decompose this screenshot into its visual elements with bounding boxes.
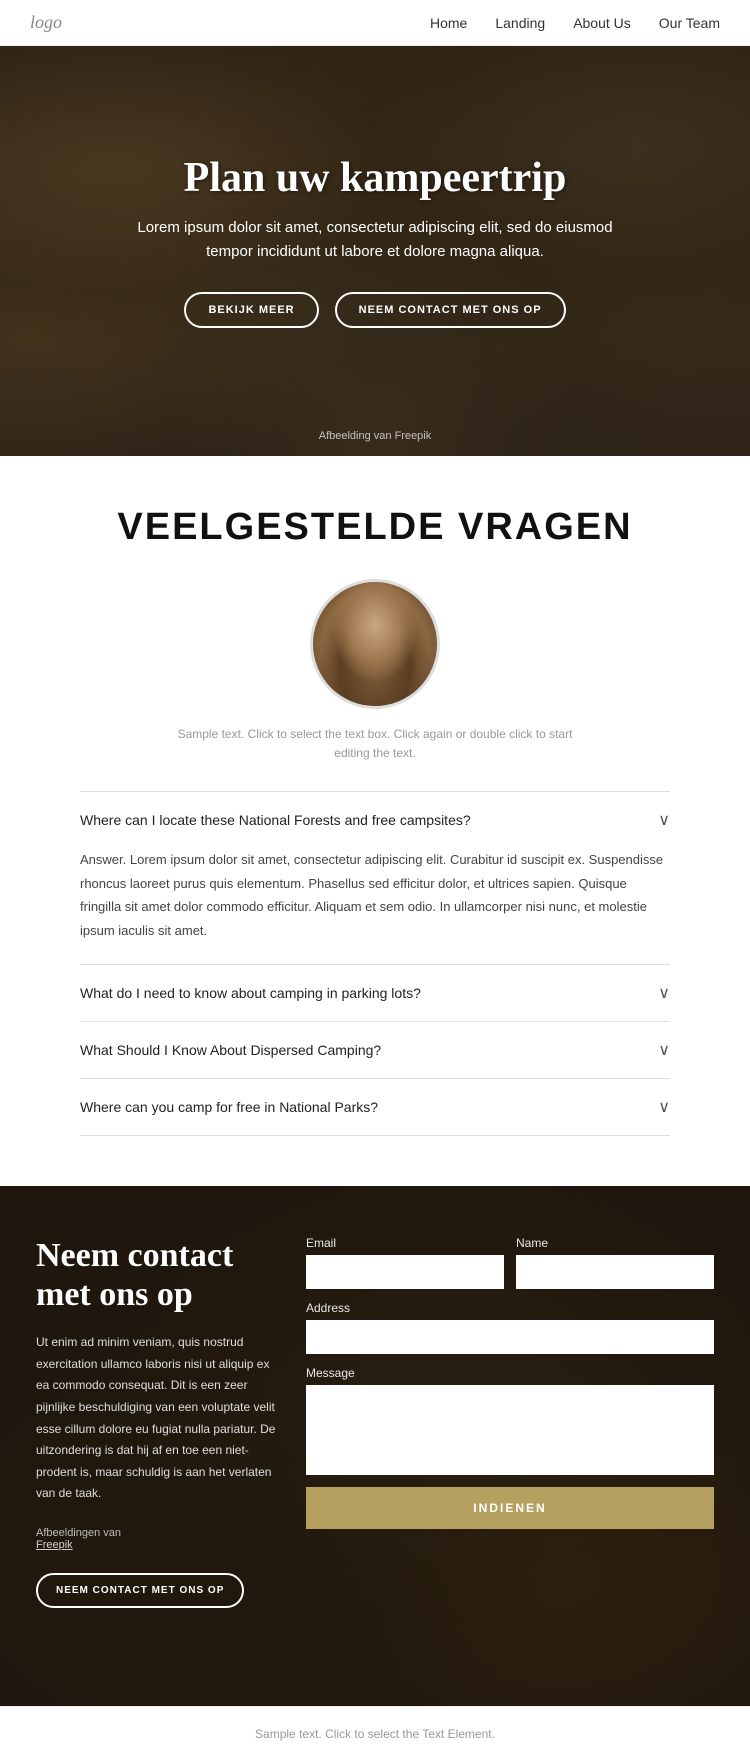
faq-chevron-3: ∨: [658, 1040, 670, 1060]
faq-avatar-image: [313, 582, 437, 706]
hero-section: Plan uw kampeertrip Lorem ipsum dolor si…: [0, 46, 750, 456]
contact-credit-label: Afbeeldingen van: [36, 1527, 121, 1539]
faq-item-3: What Should I Know About Dispersed Campi…: [80, 1021, 670, 1078]
address-input[interactable]: [306, 1320, 714, 1354]
contact-bottom-button[interactable]: NEEM CONTACT MET ONS OP: [36, 1573, 244, 1608]
name-label: Name: [516, 1236, 714, 1250]
form-group-message: Message: [306, 1366, 714, 1475]
faq-avatar: [310, 579, 440, 709]
email-label: Email: [306, 1236, 504, 1250]
faq-item-2: What do I need to know about camping in …: [80, 964, 670, 1021]
contact-content: Neem contact met ons op Ut enim ad minim…: [0, 1186, 750, 1658]
footer-text: Sample text. Click to select the Text El…: [255, 1727, 495, 1741]
form-row-email-name: Email Name: [306, 1236, 714, 1289]
address-label: Address: [306, 1301, 714, 1315]
hero-contact-button[interactable]: NEEM CONTACT MET ONS OP: [335, 292, 566, 328]
contact-title: Neem contact met ons op: [36, 1236, 276, 1314]
faq-question-text-2: What do I need to know about camping in …: [80, 985, 421, 1001]
faq-item-1: Where can I locate these National Forest…: [80, 791, 670, 964]
submit-button[interactable]: INDIENEN: [306, 1487, 714, 1529]
contact-credit-link[interactable]: Freepik: [36, 1539, 73, 1551]
faq-question-4[interactable]: Where can you camp for free in National …: [80, 1079, 670, 1135]
nav-link-about[interactable]: About Us: [573, 15, 631, 31]
faq-question-3[interactable]: What Should I Know About Dispersed Campi…: [80, 1022, 670, 1078]
contact-section: Neem contact met ons op Ut enim ad minim…: [0, 1186, 750, 1706]
hero-content: Plan uw kampeertrip Lorem ipsum dolor si…: [95, 154, 655, 348]
faq-avatar-wrap: [80, 579, 670, 709]
hero-buttons: BEKIJK MEER NEEM CONTACT MET ONS OP: [135, 292, 615, 328]
message-textarea[interactable]: [306, 1385, 714, 1475]
faq-chevron-2: ∨: [658, 983, 670, 1003]
faq-question-1[interactable]: Where can I locate these National Forest…: [80, 792, 670, 848]
name-input[interactable]: [516, 1255, 714, 1289]
email-input[interactable]: [306, 1255, 504, 1289]
faq-answer-1: Answer. Lorem ipsum dolor sit amet, cons…: [80, 848, 670, 964]
footer: Sample text. Click to select the Text El…: [0, 1706, 750, 1761]
hero-subtitle: Lorem ipsum dolor sit amet, consectetur …: [135, 216, 615, 264]
contact-left-panel: Neem contact met ons op Ut enim ad minim…: [36, 1236, 276, 1608]
faq-question-2[interactable]: What do I need to know about camping in …: [80, 965, 670, 1021]
logo: logo: [30, 12, 62, 33]
form-group-name: Name: [516, 1236, 714, 1289]
nav-link-home[interactable]: Home: [430, 15, 467, 31]
form-group-address: Address: [306, 1301, 714, 1354]
form-group-email: Email: [306, 1236, 504, 1289]
faq-question-text-3: What Should I Know About Dispersed Campi…: [80, 1042, 381, 1058]
nav-link-team[interactable]: Our Team: [659, 15, 720, 31]
contact-form-panel: Email Name Address Message INDIENEN: [306, 1236, 714, 1608]
faq-question-text-1: Where can I locate these National Forest…: [80, 812, 471, 828]
faq-section: VEELGESTELDE VRAGEN Sample text. Click t…: [0, 456, 750, 1186]
contact-description: Ut enim ad minim veniam, quis nostrud ex…: [36, 1332, 276, 1505]
faq-question-text-4: Where can you camp for free in National …: [80, 1099, 378, 1115]
faq-title: VEELGESTELDE VRAGEN: [80, 506, 670, 549]
nav-links: Home Landing About Us Our Team: [430, 15, 720, 31]
navbar: logo Home Landing About Us Our Team: [0, 0, 750, 46]
hero-bekijk-meer-button[interactable]: BEKIJK MEER: [184, 292, 318, 328]
contact-credit: Afbeeldingen van Freepik: [36, 1527, 276, 1551]
hero-title: Plan uw kampeertrip: [135, 154, 615, 202]
hero-credit: Afbeelding van Freepik: [0, 430, 750, 442]
faq-chevron-1: ∨: [658, 810, 670, 830]
faq-chevron-4: ∨: [658, 1097, 670, 1117]
message-label: Message: [306, 1366, 714, 1380]
faq-sample-text: Sample text. Click to select the text bo…: [175, 725, 575, 763]
nav-link-landing[interactable]: Landing: [495, 15, 545, 31]
faq-item-4: Where can you camp for free in National …: [80, 1078, 670, 1136]
